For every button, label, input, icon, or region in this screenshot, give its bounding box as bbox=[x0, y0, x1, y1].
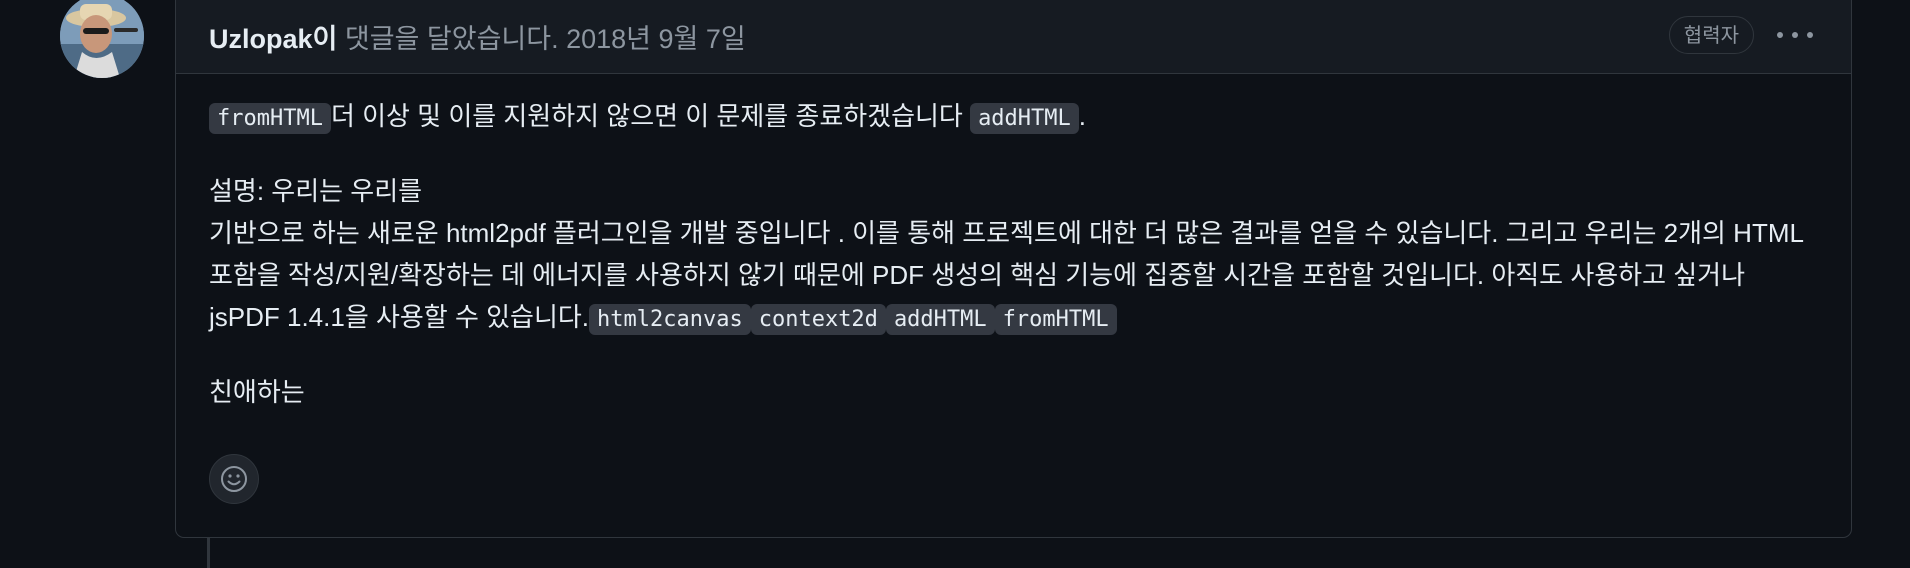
body-text: . bbox=[1078, 101, 1087, 131]
add-reaction-button[interactable] bbox=[209, 454, 259, 504]
comment-action: 댓글을 달았습니다. bbox=[337, 24, 559, 54]
inline-code: html2canvas bbox=[589, 304, 751, 335]
inline-code: fromHTML bbox=[994, 304, 1117, 335]
body-text: 더 이상 및 이를 지원하지 않으면 이 문제를 종료하겠습니다 bbox=[330, 101, 971, 131]
avatar[interactable] bbox=[60, 0, 144, 78]
kebab-dot bbox=[1792, 32, 1798, 38]
kebab-horizontal-icon[interactable] bbox=[1775, 19, 1815, 51]
kebab-dot bbox=[1777, 32, 1783, 38]
comment-header: Uzlopak이 댓글을 달았습니다. 2018년 9월 7일 협력자 bbox=[176, 0, 1851, 74]
inline-code: context2d bbox=[750, 304, 886, 335]
body-paragraph-3: 친애하는 bbox=[209, 377, 305, 407]
avatar-image bbox=[60, 0, 144, 78]
body-paragraph-1: fromHTML 더 이상 및 이를 지원하지 않으면 이 문제를 종료하겠습니다… bbox=[209, 95, 1819, 140]
inline-code: addHTML bbox=[885, 304, 995, 335]
comment-container: Uzlopak이 댓글을 달았습니다. 2018년 9월 7일 협력자 from… bbox=[175, 0, 1852, 538]
body-paragraph-2: 설명: 우리는 우리를 기반으로 하는 새로운 html2pdf 플러그인을 개발… bbox=[209, 170, 1819, 341]
timeline-connector bbox=[207, 538, 210, 568]
comment-timestamp[interactable]: 2018년 9월 7일 bbox=[559, 24, 746, 54]
role-badge: 협력자 bbox=[1668, 16, 1754, 54]
author-suffix: 이 bbox=[312, 24, 338, 54]
comment-header-text: Uzlopak이 댓글을 달았습니다. 2018년 9월 7일 bbox=[209, 19, 746, 59]
author-link[interactable]: Uzlopak bbox=[209, 24, 313, 54]
comment-body: fromHTML 더 이상 및 이를 지원하지 않으면 이 문제를 종료하겠습니다… bbox=[209, 83, 1819, 413]
body-text: 설명: 우리는 우리를 bbox=[209, 176, 423, 206]
inline-code: fromHTML bbox=[209, 103, 331, 134]
inline-code: addHTML bbox=[970, 103, 1079, 134]
smiley-icon bbox=[221, 466, 247, 492]
kebab-dot bbox=[1807, 32, 1813, 38]
